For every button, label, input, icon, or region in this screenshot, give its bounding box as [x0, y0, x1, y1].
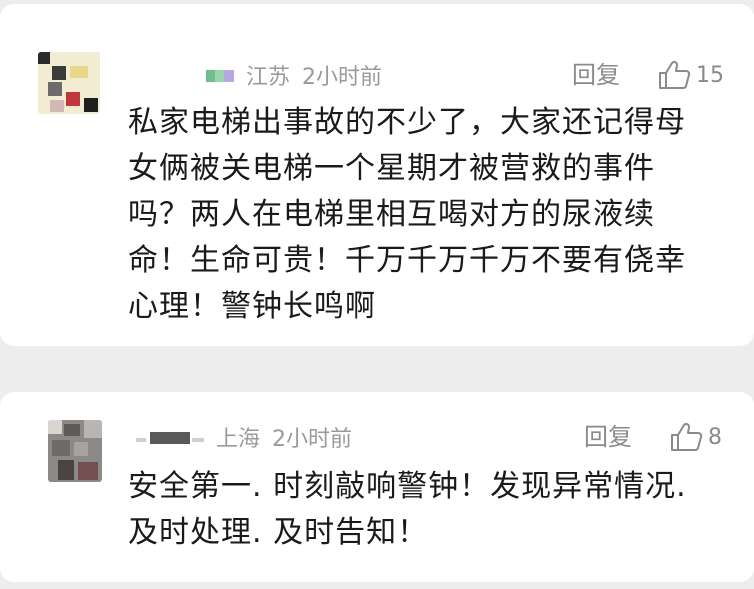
- like-count: 8: [708, 424, 722, 450]
- thumbs-up-icon: [671, 422, 703, 451]
- location-label: 江苏: [246, 65, 291, 90]
- thumbs-up-icon: [659, 60, 691, 89]
- like-button[interactable]: 8: [670, 420, 722, 454]
- comment-card: 上海 2小时前 回复 8 安全第一. 时刻敲响警钟！发现异常情况. 及时处理. …: [0, 392, 754, 582]
- comment-meta: 江苏 2小时前: [206, 58, 382, 92]
- like-count: 15: [696, 62, 724, 88]
- comment-meta: 上海 2小时前: [136, 420, 352, 454]
- comment-text: 私家电梯出事故的不少了，大家还记得母女俩被关电梯一个星期才被营救的事件吗？两人在…: [128, 105, 686, 324]
- reply-button[interactable]: 回复: [572, 58, 620, 92]
- location-label: 上海: [216, 427, 261, 452]
- timestamp: 2小时前: [272, 427, 353, 452]
- timestamp: 2小时前: [302, 65, 383, 90]
- avatar[interactable]: [38, 52, 100, 114]
- like-button[interactable]: 15: [658, 58, 724, 92]
- username-blurred[interactable]: [206, 68, 234, 82]
- reply-button[interactable]: 回复: [584, 420, 632, 454]
- avatar[interactable]: [48, 420, 102, 482]
- comment-card: 江苏 2小时前 回复 15 私家电梯出事故的不少了，大家还记得母女俩被关电梯一个…: [0, 4, 754, 346]
- username-blurred[interactable]: [136, 430, 204, 444]
- comment-text: 安全第一. 时刻敲响警钟！发现异常情况. 及时处理. 及时告知！: [128, 469, 687, 550]
